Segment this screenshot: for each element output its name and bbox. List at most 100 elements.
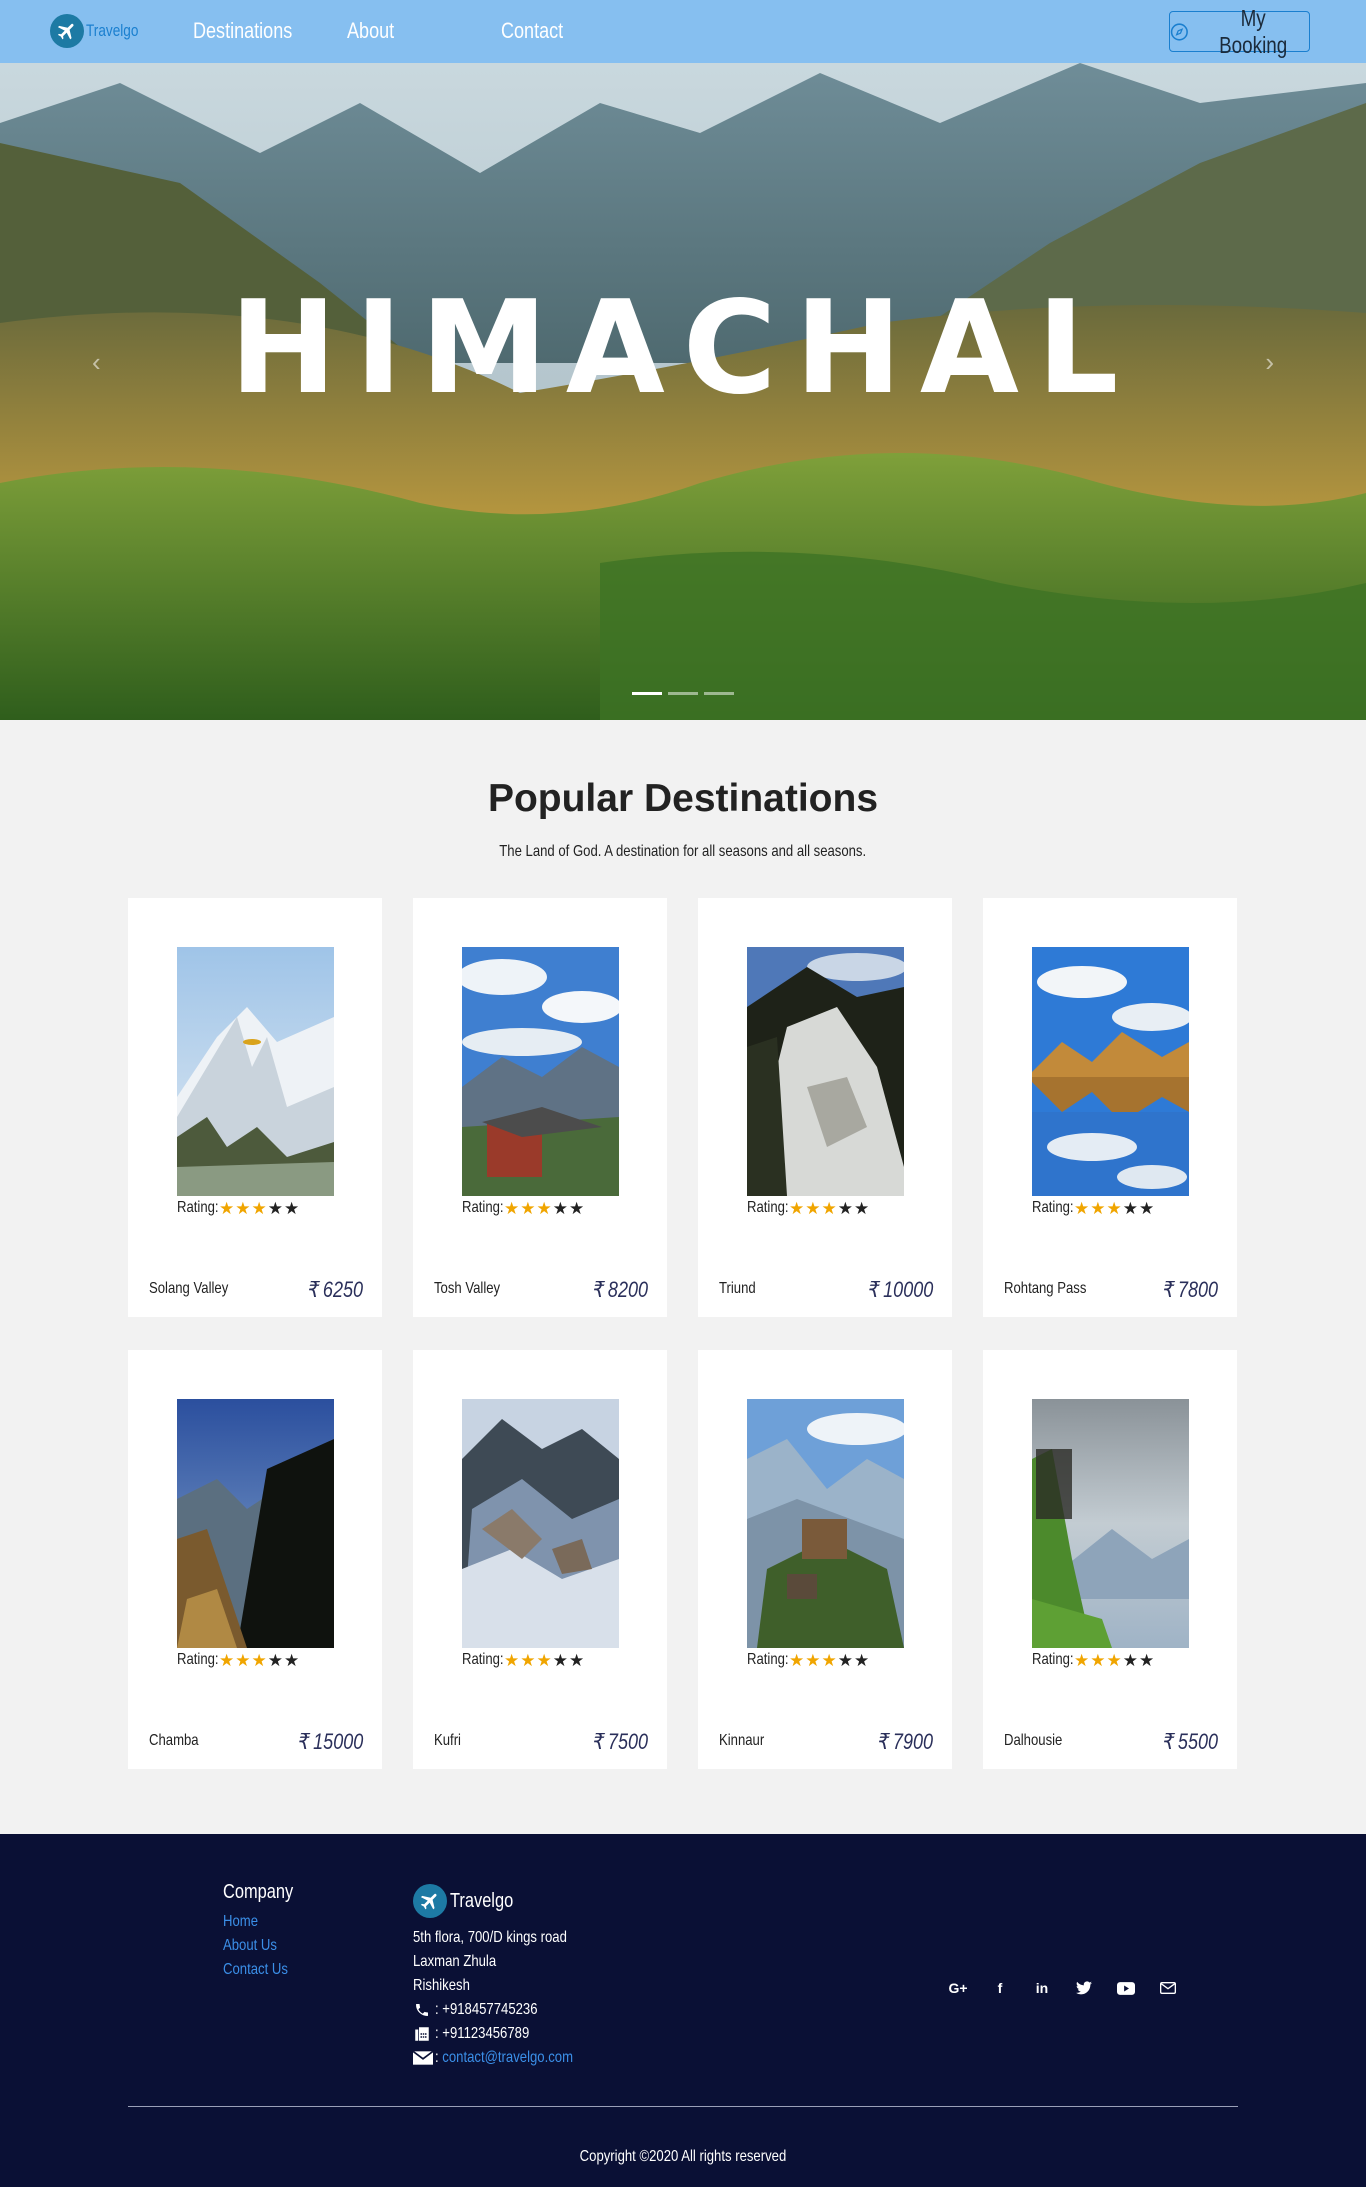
star-empty-icon: ★ (552, 1650, 568, 1670)
email-line: : contact@travelgo.com (413, 2046, 603, 2070)
star-filled-icon: ★ (789, 1198, 805, 1218)
rating-label: Rating: (1032, 1199, 1074, 1216)
nav-about[interactable]: About (347, 18, 421, 44)
destination-name: Tosh Valley (434, 1280, 501, 1297)
airplane-logo-icon (50, 14, 84, 48)
destination-card[interactable]: Rating: ★ ★ ★ ★ ★ Dalhousie ₹ 5500 (983, 1350, 1237, 1769)
star-empty-icon: ★ (284, 1198, 300, 1218)
destination-image (1032, 1399, 1189, 1648)
destination-image (462, 947, 619, 1196)
star-empty-icon: ★ (837, 1198, 853, 1218)
address-line-3: Rishikesh (413, 1977, 470, 1994)
destination-card[interactable]: Rating: ★ ★ ★ ★ ★ Rohtang Pass ₹ 7800 (983, 898, 1237, 1317)
rating-label: Rating: (462, 1651, 504, 1668)
rating-label: Rating: (1032, 1651, 1074, 1668)
mail-icon[interactable] (1158, 1978, 1178, 1998)
address-line-2: Laxman Zhula (413, 1953, 497, 1970)
destination-price: ₹ 8200 (591, 1277, 648, 1302)
destination-price: ₹ 7500 (591, 1729, 648, 1754)
star-empty-icon: ★ (267, 1198, 283, 1218)
star-empty-icon: ★ (1122, 1650, 1138, 1670)
carousel-prev-icon[interactable]: ‹ (92, 347, 101, 378)
star-filled-icon: ★ (536, 1198, 552, 1218)
section-title-bold: Destinations (643, 777, 879, 820)
footer-link-contact-us[interactable]: Contact Us (223, 1958, 293, 1982)
rating-label: Rating: (177, 1651, 219, 1668)
star-filled-icon: ★ (1090, 1650, 1106, 1670)
star-filled-icon: ★ (251, 1198, 267, 1218)
star-filled-icon: ★ (520, 1650, 536, 1670)
rating-label: Rating: (747, 1199, 789, 1216)
email-link[interactable]: contact@travelgo.com (442, 2049, 573, 2066)
star-empty-icon: ★ (1139, 1198, 1155, 1218)
rating: Rating: ★ ★ ★ ★ ★ (177, 1199, 300, 1217)
rating-label: Rating: (747, 1651, 789, 1668)
destination-name: Triund (719, 1280, 756, 1297)
linkedin-icon[interactable]: in (1032, 1978, 1052, 1998)
hero-carousel: HIMACHAL ‹ › (0, 63, 1366, 720)
address-line: Laxman Zhula (413, 1950, 603, 1974)
star-empty-icon: ★ (569, 1650, 585, 1670)
star-filled-icon: ★ (821, 1198, 837, 1218)
my-booking-label: My Booking (1218, 4, 1287, 58)
footer-company: Company Home About Us Contact Us (223, 1881, 309, 1982)
destination-price: ₹ 5500 (1161, 1729, 1218, 1754)
carousel-indicator-2[interactable] (668, 692, 698, 695)
fax-line: : +91123456789 (413, 2022, 603, 2046)
rating: Rating: ★ ★ ★ ★ ★ (1032, 1651, 1155, 1669)
rating: Rating: ★ ★ ★ ★ ★ (747, 1651, 870, 1669)
footer-brand: Travelgo (413, 1884, 603, 1918)
airplane-logo-icon (413, 1884, 447, 1918)
destination-price: ₹ 10000 (866, 1277, 933, 1302)
footer-divider (128, 2106, 1238, 2107)
section-subtitle-text: The Land of God. A destination for all s… (499, 843, 867, 860)
destination-card[interactable]: Rating: ★ ★ ★ ★ ★ Kinnaur ₹ 7900 (698, 1350, 952, 1769)
nav-destinations[interactable]: Destinations (193, 18, 292, 44)
destination-name: Dalhousie (1004, 1732, 1063, 1749)
rating: Rating: ★ ★ ★ ★ ★ (177, 1651, 300, 1669)
copyright: Copyright ©2020 All rights reserved (0, 2148, 1366, 2166)
compass-icon (1170, 22, 1188, 41)
google-plus-icon[interactable]: G+ (948, 1978, 968, 1998)
destination-name: Rohtang Pass (1004, 1280, 1087, 1297)
destination-name: Chamba (149, 1732, 199, 1749)
section-title-light: Popular (487, 777, 644, 820)
footer-company-heading: Company (223, 1881, 294, 1903)
destination-image (462, 1399, 619, 1648)
facebook-icon[interactable]: f (990, 1978, 1010, 1998)
star-empty-icon: ★ (837, 1650, 853, 1670)
destination-card[interactable]: Rating: ★ ★ ★ ★ ★ Kufri ₹ 7500 (413, 1350, 667, 1769)
star-filled-icon: ★ (219, 1650, 235, 1670)
star-filled-icon: ★ (504, 1198, 520, 1218)
star-filled-icon: ★ (805, 1650, 821, 1670)
brand[interactable]: Travelgo (50, 14, 152, 48)
star-empty-icon: ★ (1122, 1198, 1138, 1218)
nav-contact[interactable]: Contact (501, 18, 575, 44)
destination-card[interactable]: Rating: ★ ★ ★ ★ ★ Triund ₹ 10000 (698, 898, 952, 1317)
carousel-indicators (632, 692, 734, 695)
star-empty-icon: ★ (854, 1198, 870, 1218)
destination-name: Kufri (434, 1732, 461, 1749)
footer-contact-info: Travelgo 5th flora, 700/D kings road Lax… (413, 1884, 603, 2070)
rating: Rating: ★ ★ ★ ★ ★ (462, 1199, 585, 1217)
footer-link-home[interactable]: Home (223, 1910, 293, 1934)
destination-card[interactable]: Rating: ★ ★ ★ ★ ★ Tosh Valley ₹ 8200 (413, 898, 667, 1317)
carousel-indicator-1[interactable] (632, 692, 662, 695)
footer-link-about-us[interactable]: About Us (223, 1934, 293, 1958)
twitter-icon[interactable] (1074, 1978, 1094, 1998)
phone-icon (413, 2002, 435, 2018)
destination-price: ₹ 7900 (876, 1729, 933, 1754)
destination-card[interactable]: Rating: ★ ★ ★ ★ ★ Chamba ₹ 15000 (128, 1350, 382, 1769)
destination-card[interactable]: Rating: ★ ★ ★ ★ ★ Solang Valley ₹ 6250 (128, 898, 382, 1317)
star-empty-icon: ★ (267, 1650, 283, 1670)
youtube-icon[interactable] (1116, 1978, 1136, 1998)
star-filled-icon: ★ (821, 1650, 837, 1670)
star-filled-icon: ★ (536, 1650, 552, 1670)
carousel-next-icon[interactable]: › (1265, 347, 1274, 378)
carousel-indicator-3[interactable] (704, 692, 734, 695)
rating-label: Rating: (177, 1199, 219, 1216)
star-filled-icon: ★ (1090, 1198, 1106, 1218)
my-booking-button[interactable]: My Booking (1169, 5, 1310, 58)
star-filled-icon: ★ (1106, 1198, 1122, 1218)
address-line: 5th flora, 700/D kings road (413, 1926, 603, 1950)
